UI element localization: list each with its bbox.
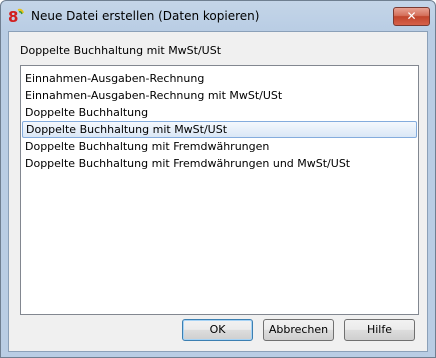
dialog-window: 8 Neue Datei erstellen (Daten kopieren) … bbox=[0, 0, 436, 358]
svg-text:8: 8 bbox=[8, 8, 18, 25]
title-bar[interactable]: 8 Neue Datei erstellen (Daten kopieren) … bbox=[1, 1, 435, 31]
banana-app-icon: 8 bbox=[8, 8, 24, 25]
ok-button[interactable]: OK bbox=[182, 319, 253, 341]
template-listbox[interactable]: Einnahmen-Ausgaben-Rechnung Einnahmen-Au… bbox=[20, 65, 419, 315]
cancel-button[interactable]: Abbrechen bbox=[263, 319, 334, 341]
list-item[interactable]: Einnahmen-Ausgaben-Rechnung mit MwSt/USt bbox=[22, 87, 417, 104]
list-item[interactable]: Doppelte Buchhaltung mit Fremdwährungen bbox=[22, 138, 417, 155]
list-item[interactable]: Doppelte Buchhaltung bbox=[22, 104, 417, 121]
help-button[interactable]: Hilfe bbox=[344, 319, 415, 341]
window-title: Neue Datei erstellen (Daten kopieren) bbox=[31, 9, 260, 23]
list-item[interactable]: Einnahmen-Ausgaben-Rechnung bbox=[22, 70, 417, 87]
dialog-body: Doppelte Buchhaltung mit MwSt/USt Einnah… bbox=[8, 31, 428, 352]
list-item-selected[interactable]: Doppelte Buchhaltung mit MwSt/USt bbox=[22, 121, 417, 138]
selected-template-label: Doppelte Buchhaltung mit MwSt/USt bbox=[20, 44, 222, 57]
close-button[interactable]: ✕ bbox=[393, 7, 430, 26]
list-item[interactable]: Doppelte Buchhaltung mit Fremdwährungen … bbox=[22, 155, 417, 172]
